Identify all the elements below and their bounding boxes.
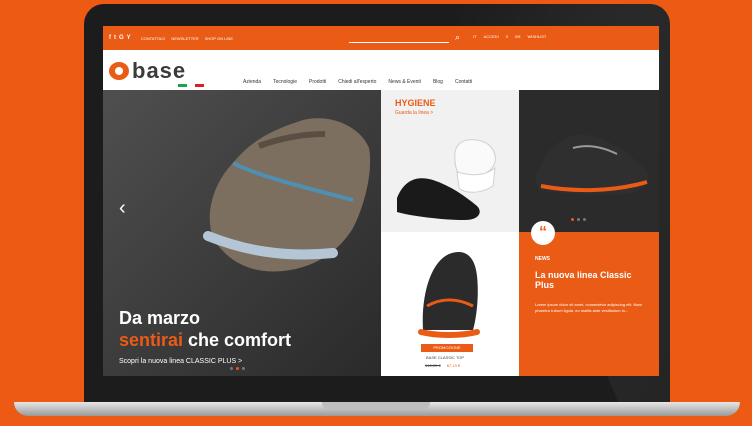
twitter-icon[interactable]: t	[114, 35, 116, 41]
hero-shoe-image	[203, 118, 371, 272]
sneaker-image	[535, 134, 649, 195]
hero-slider: ‹ Da marzo sentirai che comfort Scopri l…	[103, 90, 381, 376]
google-icon[interactable]: G	[119, 35, 124, 41]
laptop-notch	[322, 402, 430, 410]
italy-flag	[178, 84, 205, 87]
nav-tecnologie[interactable]: Tecnologie	[273, 79, 297, 85]
hygiene-link[interactable]: Guarda la linea >	[395, 110, 433, 116]
hero-title-line2: sentirai che comfort	[119, 330, 291, 350]
hero-title-line1: Da marzo	[119, 308, 201, 328]
hero-dots	[230, 367, 245, 370]
hygiene-panel[interactable]: HYGIENE Guarda la linea >	[381, 90, 519, 232]
top-links: CONTATTACI NEWSLETTER SHOP ON LINE	[141, 36, 233, 41]
dot[interactable]	[230, 367, 233, 370]
topbar: f t G Y CONTATTACI NEWSLETTER SHOP ON LI…	[103, 26, 659, 50]
facebook-icon[interactable]: f	[109, 35, 111, 41]
hero-title-rest: che comfort	[183, 330, 292, 350]
social-links: f t G Y	[109, 35, 131, 41]
search-input[interactable]	[349, 37, 449, 43]
old-price: 140,00 €	[425, 363, 441, 368]
news-panel[interactable]: “ NEWS La nuova linea Classic Plus Lorem…	[519, 221, 659, 376]
slider-prev-icon[interactable]: ‹	[119, 198, 126, 218]
website-screen: f t G Y CONTATTACI NEWSLETTER SHOP ON LI…	[103, 26, 659, 376]
dot[interactable]	[583, 218, 586, 221]
language-select[interactable]: IT	[473, 34, 477, 39]
news-label: NEWS	[535, 256, 550, 262]
search-icon[interactable]: ⌕	[455, 32, 465, 42]
panel-dots	[571, 218, 586, 221]
nav-azienda[interactable]: Azienda	[243, 79, 261, 85]
cart-total[interactable]: 0/€	[515, 34, 521, 39]
flag-green	[178, 84, 187, 87]
new-price: 67,13 €	[446, 363, 461, 368]
news-body: Lorem ipsum dolor sit amet, consectetur …	[535, 302, 642, 313]
youtube-icon[interactable]: Y	[127, 35, 131, 41]
logo[interactable]: base	[109, 58, 187, 83]
site-header: base Azienda Tecnologie Prodotti Chiedi …	[103, 50, 659, 91]
news-title[interactable]: La nuova linea Classic Plus	[535, 270, 645, 290]
dot[interactable]	[577, 218, 580, 221]
nav-prodotti[interactable]: Prodotti	[309, 79, 326, 85]
wishlist-link[interactable]: WISHLIST	[527, 34, 546, 39]
product-panel-right[interactable]	[519, 90, 659, 232]
main-nav: Azienda Tecnologie Prodotti Chiedi all'e…	[243, 79, 472, 85]
promo-code: BASE CLASSIC TOP	[426, 355, 465, 360]
dot[interactable]	[242, 367, 245, 370]
promo-panel[interactable]: PROMOZIONE BASE CLASSIC TOP 140,00 € 67,…	[381, 232, 519, 376]
nav-chiedi-esperto[interactable]: Chiedi all'esperto	[338, 79, 376, 85]
promo-shoe-image	[418, 252, 480, 338]
hygiene-image	[397, 139, 496, 220]
logo-text: base	[132, 58, 187, 83]
nav-contatti[interactable]: Contatti	[455, 79, 472, 85]
top-link-shop[interactable]: SHOP ON LINE	[205, 36, 233, 41]
hero-title-orange: sentirai	[119, 330, 184, 350]
cart-icon[interactable]: 0	[506, 34, 508, 39]
top-link-contact[interactable]: CONTATTACI	[141, 36, 166, 41]
nav-news-eventi[interactable]: News & Eventi	[388, 79, 421, 85]
promo-badge: PROMOZIONE	[421, 344, 473, 352]
nav-blog[interactable]: Blog	[433, 79, 443, 85]
hygiene-title: HYGIENE	[395, 98, 436, 108]
login-link[interactable]: ACCEDI	[484, 34, 499, 39]
hero-link[interactable]: Scopri la nuova linea CLASSIC PLUS >	[119, 358, 242, 365]
dot[interactable]	[571, 218, 574, 221]
quote-icon: “	[531, 221, 555, 245]
flag-white	[186, 84, 196, 87]
promo-prices: 140,00 € 67,13 €	[425, 363, 460, 368]
dot[interactable]	[236, 367, 239, 370]
flag-red	[195, 84, 205, 87]
top-link-newsletter[interactable]: NEWSLETTER	[171, 36, 198, 41]
logo-icon	[109, 62, 129, 80]
top-right-links: IT ACCEDI 0 0/€ WISHLIST	[473, 34, 546, 39]
